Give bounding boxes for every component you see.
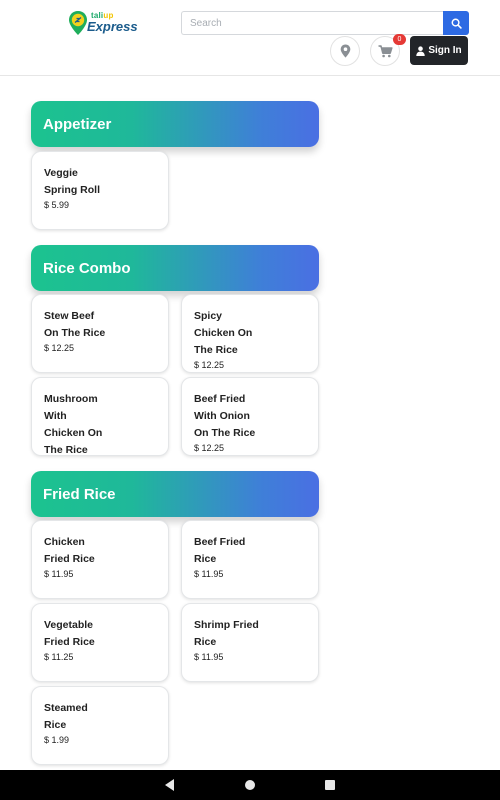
menu-item-name: Steamed Rice — [44, 702, 88, 731]
menu-item-name: Stew Beef On The Rice — [44, 310, 106, 339]
menu-item-card[interactable]: Steamed Rice $ 1.99 — [31, 686, 169, 765]
menu-item-card[interactable]: Shrimp Fried Rice $ 11.95 — [181, 603, 319, 682]
menu-item-card[interactable]: Stew Beef On The Rice $ 12.25 — [31, 294, 169, 373]
location-button[interactable] — [330, 36, 360, 66]
menu-item-card[interactable]: Beef Fried Rice $ 11.95 — [181, 520, 319, 599]
menu-item-price: $ 11.95 — [194, 652, 224, 662]
section-header-rice-combo[interactable]: Rice Combo — [31, 245, 319, 291]
system-navigation-bar — [0, 770, 500, 800]
cart-count-badge: 0 — [393, 34, 406, 45]
back-icon[interactable] — [165, 779, 174, 791]
menu-item-price: $ 11.95 — [194, 569, 224, 579]
page: taliup Express 0 — [0, 0, 500, 800]
menu-item-card[interactable]: Chicken Fried Rice $ 11.95 — [31, 520, 169, 599]
menu-item-name: Vegetable Fried Rice — [44, 619, 95, 648]
menu-item-name: Mushroom With Chicken On The Rice — [44, 393, 103, 456]
menu-item-name: Shrimp Fried Rice — [194, 619, 259, 648]
menu-item-card[interactable]: Mushroom With Chicken On The Rice — [31, 377, 169, 456]
search-button[interactable] — [443, 11, 469, 35]
menu-item-name: Veggie Spring Roll — [44, 167, 100, 196]
logo-text-main: Express — [87, 19, 138, 34]
home-icon[interactable] — [245, 780, 255, 790]
menu-item-card[interactable]: Vegetable Fried Rice $ 11.25 — [31, 603, 169, 682]
menu-item-card[interactable]: Spicy Chicken On The Rice $ 12.25 — [181, 294, 319, 373]
sign-in-button[interactable]: Sign In — [410, 36, 468, 65]
menu-item-price: $ 1.99 — [44, 735, 70, 745]
cart-icon — [378, 44, 393, 57]
location-pin-icon — [340, 44, 350, 58]
logo-pin-icon — [69, 11, 87, 35]
search-bar — [181, 11, 469, 35]
sign-in-label: Sign In — [428, 45, 462, 56]
menu-item-price: $ 5.99 — [44, 200, 70, 210]
menu-item-card[interactable]: Beef Fried With Onion On The Rice $ 12.2… — [181, 377, 319, 456]
menu-item-price: $ 11.25 — [44, 652, 74, 662]
menu-item-name: Beef Fried With Onion On The Rice — [194, 393, 256, 439]
menu-item-price: $ 11.95 — [44, 569, 74, 579]
menu-item-card[interactable]: Veggie Spring Roll $ 5.99 — [31, 151, 169, 230]
logo[interactable]: taliup Express — [68, 10, 138, 36]
section-header-appetizer[interactable]: Appetizer — [31, 101, 319, 147]
menu-item-price: $ 12.25 — [194, 360, 225, 370]
top-header: taliup Express 0 — [0, 0, 500, 76]
recents-icon[interactable] — [325, 780, 335, 790]
menu-item-price: $ 12.25 — [44, 343, 75, 353]
search-icon — [451, 18, 462, 29]
section-header-fried-rice[interactable]: Fried Rice — [31, 471, 319, 517]
menu-item-name: Beef Fried Rice — [194, 536, 246, 565]
menu-item-name: Chicken Fried Rice — [44, 536, 95, 565]
user-icon — [416, 45, 426, 56]
menu-item-name: Spicy Chicken On The Rice — [194, 310, 253, 356]
menu-item-price: $ 12.25 — [194, 443, 225, 453]
search-input[interactable] — [181, 11, 443, 35]
